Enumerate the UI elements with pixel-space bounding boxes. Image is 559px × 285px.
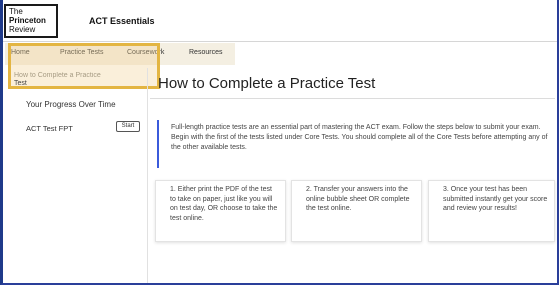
logo-text-line1: The: [9, 7, 23, 16]
header: The Princeton Review ACT Essentials: [3, 0, 557, 42]
step-text: 2. Transfer your answers into the online…: [306, 186, 410, 212]
app-title: ACT Essentials: [89, 16, 155, 26]
sidebar-item-label-line2: Test: [14, 80, 27, 87]
sidebar-item-act-test[interactable]: ACT Test FPT: [26, 124, 73, 133]
sidebar-item-label-line1: How to Complete a Practice: [14, 72, 101, 79]
step-card-3: 3. Once your test has been submitted ins…: [428, 180, 555, 242]
step-text: 3. Once your test has been submitted ins…: [443, 186, 548, 212]
sidebar-item-progress[interactable]: Your Progress Over Time: [26, 100, 116, 109]
step-card-2: 2. Transfer your answers into the online…: [291, 180, 422, 242]
logo-text-line3: Review: [9, 25, 36, 34]
princeton-review-logo[interactable]: The Princeton Review: [4, 4, 58, 38]
logo-text-line2: Princeton: [9, 16, 46, 25]
sidebar-item-how-to-complete[interactable]: How to Complete a Practice Test: [14, 72, 138, 88]
nav-item-resources[interactable]: Resources: [189, 49, 222, 56]
start-button[interactable]: Start: [116, 121, 140, 132]
page-title: How to Complete a Practice Test: [158, 75, 376, 92]
intro-text: Full-length practice tests are an essent…: [157, 120, 555, 168]
divider: [150, 98, 555, 99]
step-card-1: 1. Either print the PDF of the test to t…: [155, 180, 286, 242]
step-text: 1. Either print the PDF of the test to t…: [170, 186, 278, 222]
